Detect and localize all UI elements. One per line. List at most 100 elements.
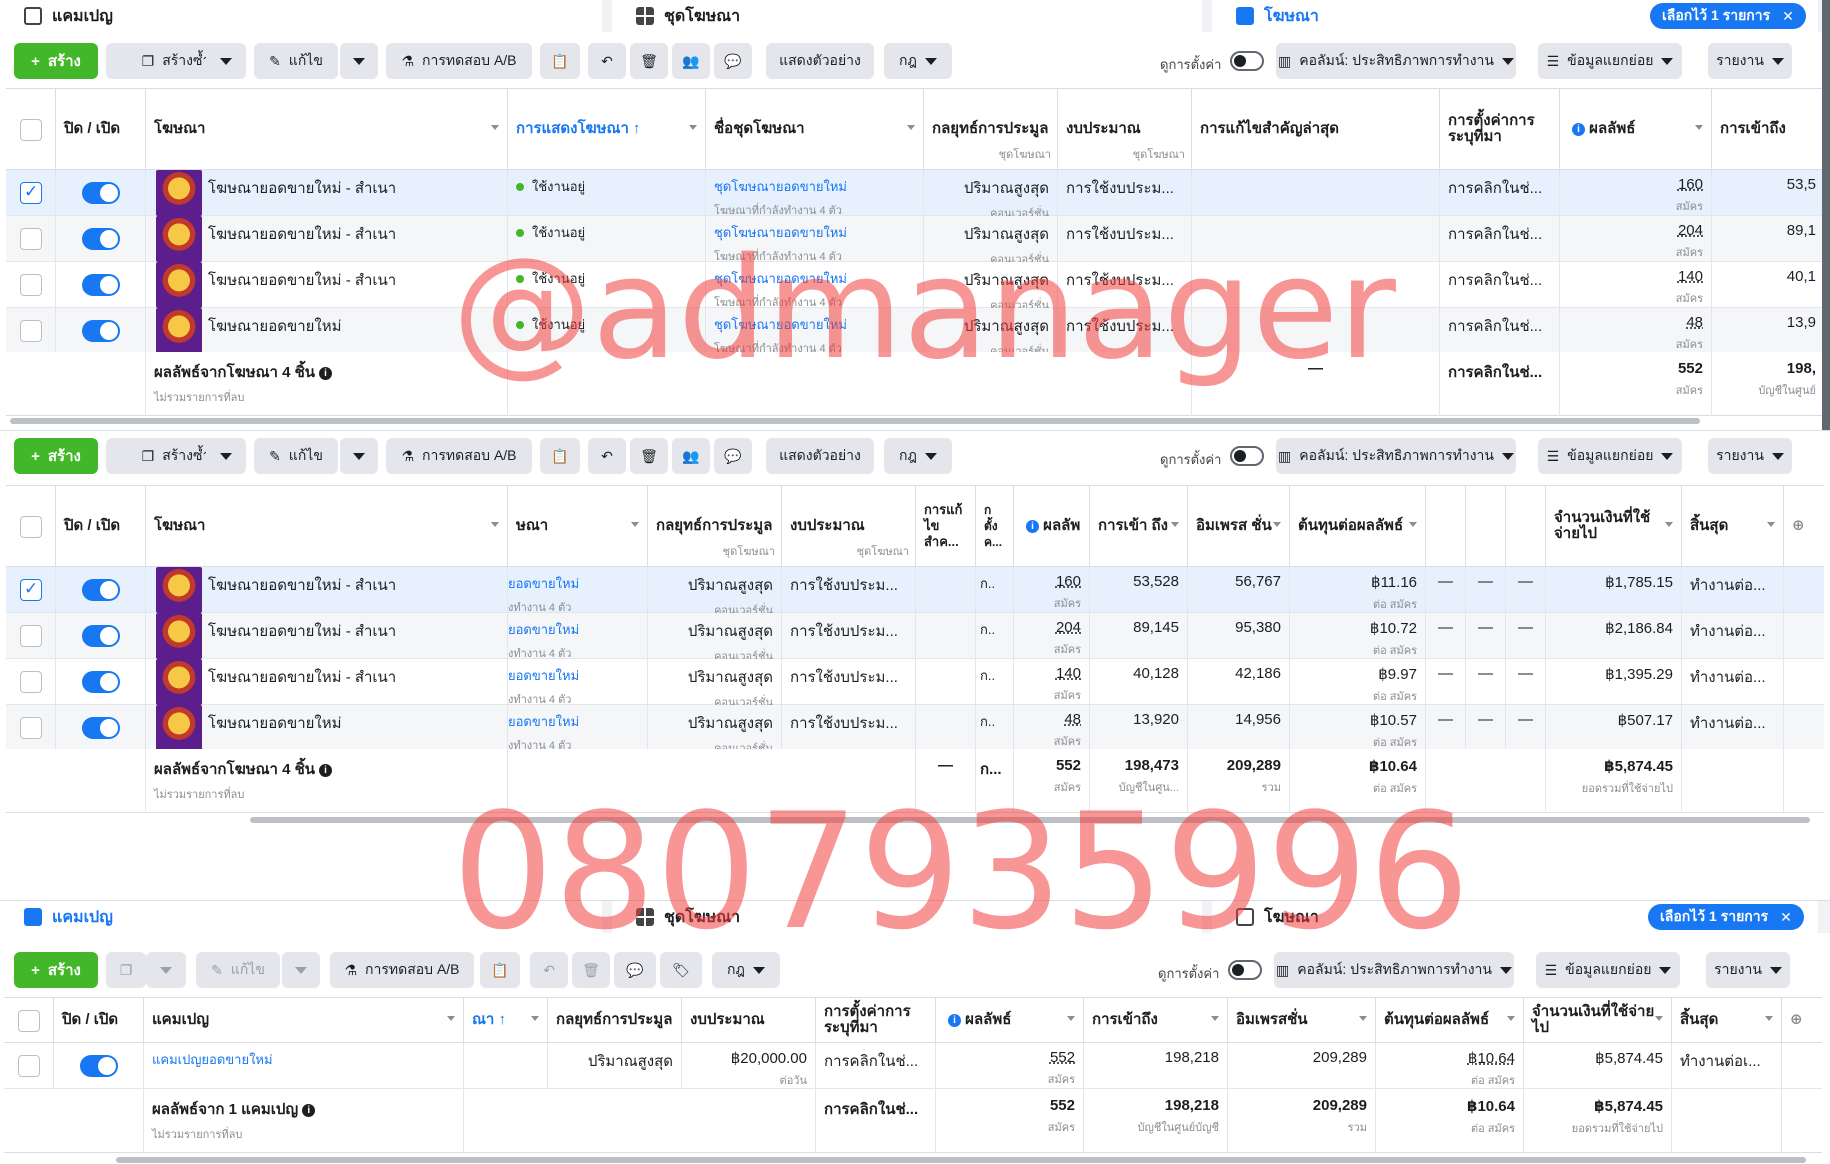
edit-button[interactable]: ✎ แก้ไข (196, 952, 280, 988)
adset-link[interactable]: ยอดขายใหม่ (508, 668, 579, 683)
results-value[interactable]: 140 (1678, 268, 1703, 285)
col-cpr[interactable]: ต้นทุนต่อผลลัพธ์ (1376, 998, 1524, 1042)
ad-thumbnail[interactable] (156, 567, 202, 613)
rules-button[interactable]: กฎ (884, 43, 952, 79)
rules-button[interactable]: กฎ (712, 952, 780, 988)
onoff-switch[interactable] (82, 228, 120, 250)
adset-link[interactable]: ชุดโฆษณายอดขายใหม่ (714, 271, 847, 286)
onoff-switch[interactable] (82, 579, 120, 601)
delete-button[interactable]: 🗑 (572, 952, 610, 988)
col-cpr[interactable]: ต้นทุนต่อผลลัพธ์ (1290, 486, 1426, 566)
col-delivery[interactable]: การแสดงโฆษณา ↑ (508, 89, 706, 169)
col-onoff[interactable]: ปิด / เปิด (56, 89, 146, 169)
columns-button[interactable]: ▥ คอลัมน์: ประสิทธิภาพการทำงาน (1276, 43, 1516, 79)
onoff-switch[interactable] (82, 625, 120, 647)
onoff-switch[interactable] (80, 1055, 118, 1077)
undo-button[interactable]: ↶ (588, 438, 626, 474)
add-column[interactable]: ⊕ (1784, 486, 1824, 566)
breakdown-button[interactable]: ☰ ข้อมูลแยกย่อย (1538, 43, 1682, 79)
rules-button[interactable]: กฎ (884, 438, 952, 474)
ad-thumbnail[interactable] (156, 216, 202, 262)
duplicate-dropdown[interactable] (206, 43, 246, 79)
onoff-switch[interactable] (82, 274, 120, 296)
delete-button[interactable]: 🗑 (630, 438, 668, 474)
col-results[interactable]: i ผลลัพธ์ (1560, 89, 1712, 169)
col-results[interactable]: i ผลลัพ (1014, 486, 1090, 566)
undo-button[interactable]: ↶ (530, 952, 568, 988)
col-ad-name[interactable]: โฆษณา (146, 89, 508, 169)
col-spent[interactable]: จำนวนเงินที่ใช้จ่ายไป (1546, 486, 1682, 566)
edit-dropdown[interactable] (340, 438, 378, 474)
col-budget[interactable]: งบประมาณ (682, 998, 816, 1042)
tab-adsets[interactable]: ชุดโฆษณา (612, 0, 1202, 32)
edit-dropdown[interactable] (340, 43, 378, 79)
row-checkbox[interactable] (20, 625, 42, 647)
col-results[interactable]: i ผลลัพธ์ (936, 998, 1084, 1042)
campaign-link[interactable]: แคมเปญยอดขายใหม่ (152, 1052, 273, 1067)
results-value[interactable]: 160 (1056, 573, 1081, 590)
columns-button[interactable]: ▥ คอลัมน์: ประสิทธิภาพการทำงาน (1274, 952, 1514, 988)
close-icon[interactable]: ✕ (1780, 909, 1792, 926)
adset-link[interactable]: ยอดขายใหม่ (508, 576, 579, 591)
tag-button[interactable]: 🏷 (660, 952, 702, 988)
col-attribution[interactable]: ก ตั้ง ค... (976, 486, 1014, 566)
results-value[interactable]: 48 (1686, 314, 1703, 331)
row-checkbox[interactable] (20, 320, 42, 342)
table-row[interactable]: แคมเปญยอดขายใหม่ ปริมาณสูงสุด ฿20,000.00… (4, 1043, 1822, 1089)
col-onoff[interactable]: ปิด / เปิด (54, 998, 144, 1042)
plus-circle-icon[interactable]: ⊕ (1792, 518, 1805, 534)
ad-name[interactable]: โฆษณายอดขายใหม่ - สำเนา (208, 669, 396, 686)
col-ad-name[interactable]: โฆษณา (146, 486, 508, 566)
ab-test-button[interactable]: ⚗ การทดสอบ A/B (386, 43, 532, 79)
row-checkbox[interactable] (20, 274, 42, 296)
col-bid[interactable]: กลยุทธ์การประมูล (548, 998, 682, 1042)
ad-thumbnail[interactable] (156, 705, 202, 751)
ad-name[interactable]: โฆษณายอดขายใหม่ - สำเนา (208, 577, 396, 594)
tab-campaigns[interactable]: แคมเปญ (0, 0, 602, 32)
table-row[interactable]: โฆษณายอดขายใหม่ - สำเนา ยอดขายใหม่ังทำงา… (6, 659, 1824, 705)
create-button[interactable]: + สร้าง (14, 438, 98, 474)
vertical-scrollbar[interactable] (1822, 0, 1830, 430)
duplicate-dropdown[interactable] (206, 438, 246, 474)
clipboard-button[interactable]: 📋 (540, 438, 580, 474)
ad-name[interactable]: โฆษณายอดขายใหม่ (208, 318, 342, 335)
edit-button[interactable]: ✎ แก้ไข (254, 438, 338, 474)
col-adset-name[interactable]: ษณา (508, 486, 648, 566)
adset-link[interactable]: ยอดขายใหม่ (508, 622, 579, 637)
col-narrow-2[interactable] (1466, 486, 1506, 566)
comment-button[interactable]: 💬 (714, 43, 752, 79)
ab-test-button[interactable]: ⚗ การทดสอบ A/B (330, 952, 474, 988)
plus-circle-icon[interactable]: ⊕ (1790, 1012, 1803, 1028)
adset-link[interactable]: ชุดโฆษณายอดขายใหม่ (714, 179, 847, 194)
ad-name[interactable]: โฆษณายอดขายใหม่ - สำเนา (208, 180, 396, 197)
col-reach[interactable]: การเข้า ถึง (1090, 486, 1188, 566)
comment-button[interactable]: 💬 (714, 438, 752, 474)
col-reach[interactable]: การเข้าถึง (1084, 998, 1228, 1042)
columns-button[interactable]: ▥ คอลัมน์: ประสิทธิภาพการทำงาน (1276, 438, 1516, 474)
table-row[interactable]: โฆษณายอดขายใหม่ - สำเนา ใช้งานอยู่ ชุดโฆ… (6, 216, 1824, 262)
select-all-checkbox[interactable] (20, 516, 42, 538)
ad-thumbnail[interactable] (156, 262, 202, 308)
adset-link[interactable]: ยอดขายใหม่ (508, 714, 579, 729)
col-impressions[interactable]: อิมเพรส ชั่น (1188, 486, 1290, 566)
col-attribution[interactable]: การตั้งค่าการระบุที่มา (1440, 89, 1560, 169)
horizontal-scrollbar[interactable] (116, 1157, 1806, 1163)
view-setup-toggle[interactable] (1228, 960, 1262, 980)
preview-button[interactable]: แสดงตัวอย่าง (766, 43, 874, 79)
edit-button[interactable]: ✎ แก้ไข (254, 43, 338, 79)
reports-button[interactable]: รายงาน (1708, 438, 1792, 474)
ad-name[interactable]: โฆษณายอดขายใหม่ - สำเนา (208, 226, 396, 243)
audience-button[interactable]: 👥 (672, 43, 710, 79)
col-impressions[interactable]: อิมเพรสชั่น (1228, 998, 1376, 1042)
col-budget[interactable]: งบประมาณ ชุดโฆษณา (1058, 89, 1192, 169)
ab-test-button[interactable]: ⚗ การทดสอบ A/B (386, 438, 532, 474)
results-value[interactable]: 552 (1050, 1049, 1075, 1066)
undo-button[interactable]: ↶ (588, 43, 626, 79)
col-ends[interactable]: สิ้นสุด (1682, 486, 1784, 566)
horizontal-scrollbar[interactable] (250, 817, 1810, 823)
col-last-edit[interactable]: การแก้ไขสำค... (916, 486, 976, 566)
selected-pill[interactable]: เลือกไว้ 1 รายการ ✕ (1648, 904, 1804, 930)
row-checkbox[interactable] (20, 579, 42, 601)
results-value[interactable]: 160 (1678, 176, 1703, 193)
results-value[interactable]: 48 (1064, 711, 1081, 728)
